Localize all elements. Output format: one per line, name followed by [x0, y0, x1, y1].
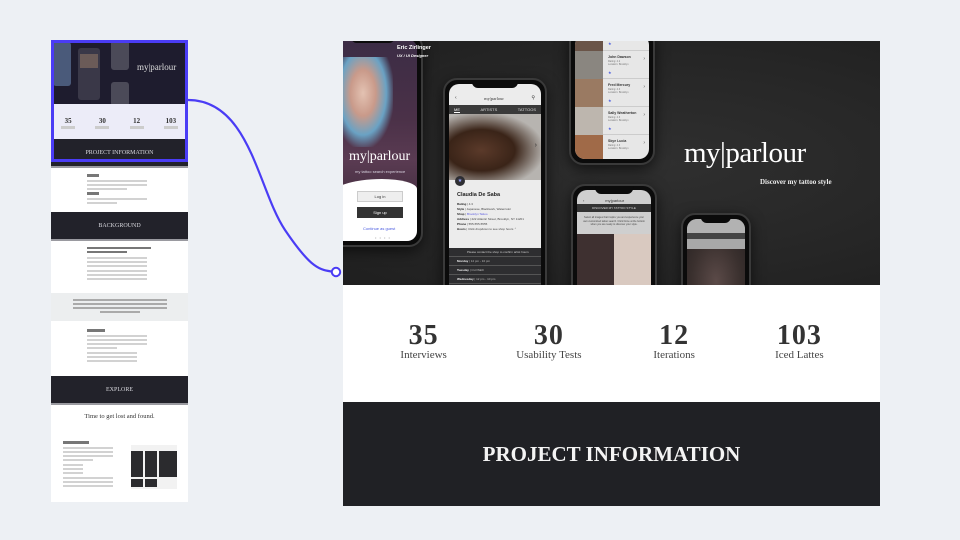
- back-icon: ‹: [583, 197, 585, 203]
- stat-value: 30: [533, 320, 564, 351]
- stat-label: Iced Lattes: [775, 349, 824, 361]
- artist-photo: [449, 114, 541, 180]
- list-item: ★: [575, 41, 649, 51]
- stat-value: 12: [659, 320, 690, 351]
- hero-banner: Eric Zirlinger UX / UI Designer my|parlo…: [343, 41, 880, 285]
- tab-artists: ARTISTS: [480, 107, 498, 112]
- stats-section: 35 Interviews 30 Usability Tests 12 Iter…: [343, 285, 880, 402]
- shop-hours: Please contact the shop to confirm artis…: [449, 248, 541, 285]
- tab-me: ME: [454, 107, 460, 112]
- tab-tattoos: TATTOOS: [517, 107, 536, 112]
- login-tagline: my tattoo search experience: [355, 169, 406, 174]
- designer-credit: Eric Zirlinger UX / UI Designer: [397, 45, 431, 59]
- pagination-dots: • • • •: [375, 235, 391, 240]
- tattoo-image-grid: [577, 234, 651, 285]
- list-item: Sally Weatherton Rating: 4.3 Location: Bro…: [575, 107, 649, 135]
- stat-value: 103: [776, 320, 822, 351]
- list-item: Skye Lucia Rating: 4.3 Location: Brooklyn ›: [575, 135, 649, 159]
- discover-phone-mockup: ‹ my|parlour DISCOVER MY TATTOO STYLE Sel…: [571, 184, 657, 285]
- thumbnail-text-block: [51, 168, 188, 212]
- stat-label: Interviews: [400, 349, 447, 361]
- stat-label: Usability Tests: [516, 349, 582, 361]
- login-phone-mockup: my|parlour my tattoo search experience L…: [343, 41, 423, 247]
- stat-value: 35: [408, 320, 439, 351]
- hero-logo: my|parlour: [684, 137, 806, 169]
- chevron-right-icon: ›: [534, 142, 537, 149]
- stat-iced-lattes: 103 Iced Lattes: [744, 320, 854, 362]
- hours-header: Please contact the shop to confirm artis…: [449, 248, 541, 257]
- profile-tabs: ME ARTISTS TATTOOS: [449, 105, 541, 114]
- hours-row: Tuesday | CLOSED: [449, 266, 541, 275]
- designer-role: UX / UI Designer: [397, 53, 429, 58]
- search-icon: ⚲: [531, 95, 535, 101]
- continue-as-guest-link: Continue as guest: [363, 226, 396, 231]
- results-phone-mockup: [681, 213, 751, 285]
- back-icon: ‹: [455, 95, 457, 101]
- thumbnail-mockup: [131, 445, 177, 489]
- artist-detail-row: Hours | Click dropdown to see shop hours…: [457, 227, 517, 231]
- login-brand: my|parlour: [349, 149, 411, 164]
- page-preview: Eric Zirlinger UX / UI Designer my|parlo…: [343, 41, 880, 506]
- app-title: my|parlour: [484, 95, 504, 101]
- hours-row: Wednesday | 12 pm - 10 pm: [449, 275, 541, 284]
- thumbnail-competitive-analysis: [51, 435, 188, 502]
- hero-tagline: Discover my tattoo style: [760, 178, 832, 186]
- thumbnail-section-explore: EXPLORE: [51, 376, 188, 405]
- thumbnail-text-block: [51, 241, 188, 293]
- thumbnail-quote: [51, 293, 188, 321]
- stat-usability-tests: 30 Usability Tests: [494, 320, 604, 362]
- discover-description: Select all images that inspire you and e…: [583, 216, 645, 226]
- artist-list-phone-mockup: ★ John Dawson Rating: 4.2 Location: Brookl…: [569, 41, 655, 165]
- project-information-banner: PROJECT INFORMATION: [343, 402, 880, 506]
- thumbnail-challenge: [51, 321, 188, 376]
- list-item: Fred Mercury Rating: 4.3 Location: Brookly…: [575, 79, 649, 107]
- thumbnail-selection-frame[interactable]: [51, 40, 188, 162]
- star-icon: ★: [455, 176, 465, 186]
- connector-path: [187, 98, 336, 274]
- connector-handle[interactable]: [330, 266, 342, 278]
- discover-band: DISCOVER MY TATTOO STYLE: [577, 204, 651, 212]
- app-title: my|parlour: [605, 197, 625, 203]
- stat-iterations: 12 Iterations: [619, 320, 729, 362]
- thumbnail-section-background: BACKGROUND: [51, 212, 188, 241]
- section-title: PROJECT INFORMATION: [482, 441, 741, 466]
- hours-row: Thursday | 1 pm - 11 pm: [449, 284, 541, 285]
- profile-phone-mockup: ‹ my|parlour ⚲ ME ARTISTS TATTOOS › ★ Cl…: [443, 78, 547, 285]
- stat-interviews: 35 Interviews: [369, 320, 479, 362]
- artist-name: Claudia De Saba: [457, 192, 501, 198]
- portrait-image: [343, 57, 393, 147]
- list-item: John Dawson Rating: 4.2 Location: Brooklyn…: [575, 51, 649, 79]
- designer-name: Eric Zirlinger: [397, 45, 431, 51]
- hours-row: Monday | 12 pm - 10 pm: [449, 257, 541, 266]
- signup-button: Sign up: [357, 207, 403, 218]
- login-button: Log in: [357, 191, 403, 202]
- stat-label: Iterations: [653, 349, 695, 361]
- thumbnail-explore-title: Time to get lost and found.: [84, 413, 155, 420]
